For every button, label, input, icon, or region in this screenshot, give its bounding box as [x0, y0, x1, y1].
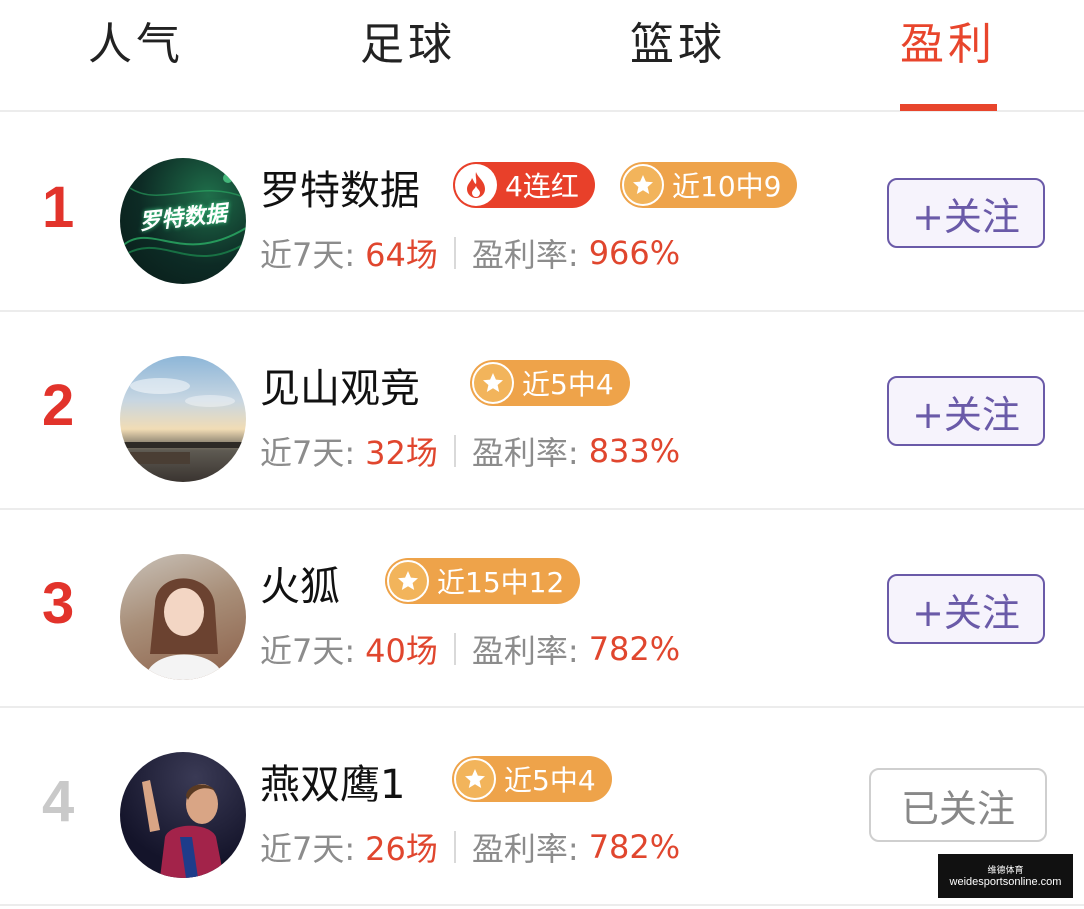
fire-icon — [455, 164, 497, 206]
list-item[interactable]: 2 见山观竞 近5中4 近7天: 32场 盈利率: 833% +关注 — [0, 310, 1084, 510]
divider — [453, 831, 456, 863]
avatar[interactable] — [120, 356, 246, 482]
profit-rate-value: 966% — [588, 234, 681, 272]
tab-basketball[interactable]: 篮球 — [630, 8, 726, 72]
star-icon — [472, 362, 514, 404]
hit-rate-badge-label: 近5中4 — [504, 764, 596, 797]
profit-rate-label: 盈利率: — [471, 632, 579, 670]
watermark-url: weidesportsonline.com — [949, 875, 1062, 888]
avatar[interactable] — [120, 752, 246, 878]
user-name[interactable]: 见山观竞 — [260, 356, 420, 414]
rank-number: 2 — [42, 373, 75, 438]
avatar[interactable] — [120, 554, 246, 680]
list-item[interactable]: 4 燕双鹰1 近5中4 近7天: 26场 盈利率: 782% 已关注 — [0, 706, 1084, 906]
user-name[interactable]: 罗特数据 — [260, 158, 420, 216]
rank-number: 1 — [42, 175, 75, 240]
user-stats: 近7天: 32场 盈利率: 833% — [260, 428, 680, 474]
divider — [453, 633, 456, 665]
follow-button[interactable]: +关注 — [887, 574, 1045, 644]
days-label: 近7天: — [260, 632, 356, 670]
tab-football[interactable]: 足球 — [360, 8, 456, 72]
hit-rate-badge: 近10中9 — [620, 162, 798, 208]
user-stats: 近7天: 64场 盈利率: 966% — [260, 230, 680, 276]
profit-rate-value: 782% — [588, 630, 681, 668]
divider — [453, 435, 456, 467]
avatar-image — [120, 378, 246, 464]
star-icon — [387, 560, 429, 602]
avatar-image — [145, 578, 224, 680]
hit-rate-badge-label: 近5中4 — [522, 368, 614, 401]
days-label: 近7天: — [260, 236, 356, 274]
follow-button[interactable]: +关注 — [887, 178, 1045, 248]
profit-rate-label: 盈利率: — [471, 434, 579, 472]
hit-rate-badge: 近15中12 — [385, 558, 581, 604]
user-stats: 近7天: 40场 盈利率: 782% — [260, 626, 680, 672]
games-count: 26场 — [365, 830, 438, 868]
games-count: 64场 — [365, 236, 438, 274]
rank-number: 3 — [42, 571, 75, 636]
watermark-title: 维德体育 — [987, 864, 1024, 875]
avatar-image — [142, 780, 224, 878]
profit-rate-value: 782% — [588, 828, 681, 866]
star-icon — [622, 164, 664, 206]
days-label: 近7天: — [260, 830, 356, 868]
user-stats: 近7天: 26场 盈利率: 782% — [260, 824, 680, 870]
tab-popular[interactable]: 人气 — [88, 8, 184, 72]
user-name[interactable]: 火狐 — [260, 554, 340, 612]
hit-rate-badge-label: 近10中9 — [672, 170, 782, 203]
profit-rate-label: 盈利率: — [471, 830, 579, 868]
list-item[interactable]: 3 火狐 近15中12 近7天: 40场 盈利率: 782% +关注 — [0, 508, 1084, 708]
hit-rate-badge-label: 近15中12 — [437, 566, 565, 599]
tab-profit[interactable]: 盈利 — [900, 8, 996, 72]
avatar[interactable]: 罗特数据 — [120, 158, 246, 284]
following-button[interactable]: 已关注 — [869, 768, 1047, 842]
profit-rate-label: 盈利率: — [471, 236, 579, 274]
rank-number: 4 — [42, 769, 75, 834]
follow-button[interactable]: +关注 — [887, 376, 1045, 446]
user-name[interactable]: 燕双鹰1 — [260, 752, 405, 810]
games-count: 32场 — [365, 434, 438, 472]
profit-rate-value: 833% — [588, 432, 681, 470]
watermark: 维德体育 weidesportsonline.com — [938, 854, 1073, 898]
hit-rate-badge: 近5中4 — [452, 756, 612, 802]
star-icon — [454, 758, 496, 800]
tab-bar: 人气 足球 篮球 盈利 — [0, 0, 1084, 112]
games-count: 40场 — [365, 632, 438, 670]
streak-badge-label: 4连红 — [505, 170, 579, 203]
streak-badge: 4连红 — [453, 162, 595, 208]
divider — [453, 237, 456, 269]
days-label: 近7天: — [260, 434, 356, 472]
active-tab-indicator — [900, 104, 997, 111]
hit-rate-badge: 近5中4 — [470, 360, 630, 406]
list-item[interactable]: 1 罗特数据 罗特数据 4连红 近10中9 近7天: 64场 盈利率: 966%… — [0, 112, 1084, 312]
